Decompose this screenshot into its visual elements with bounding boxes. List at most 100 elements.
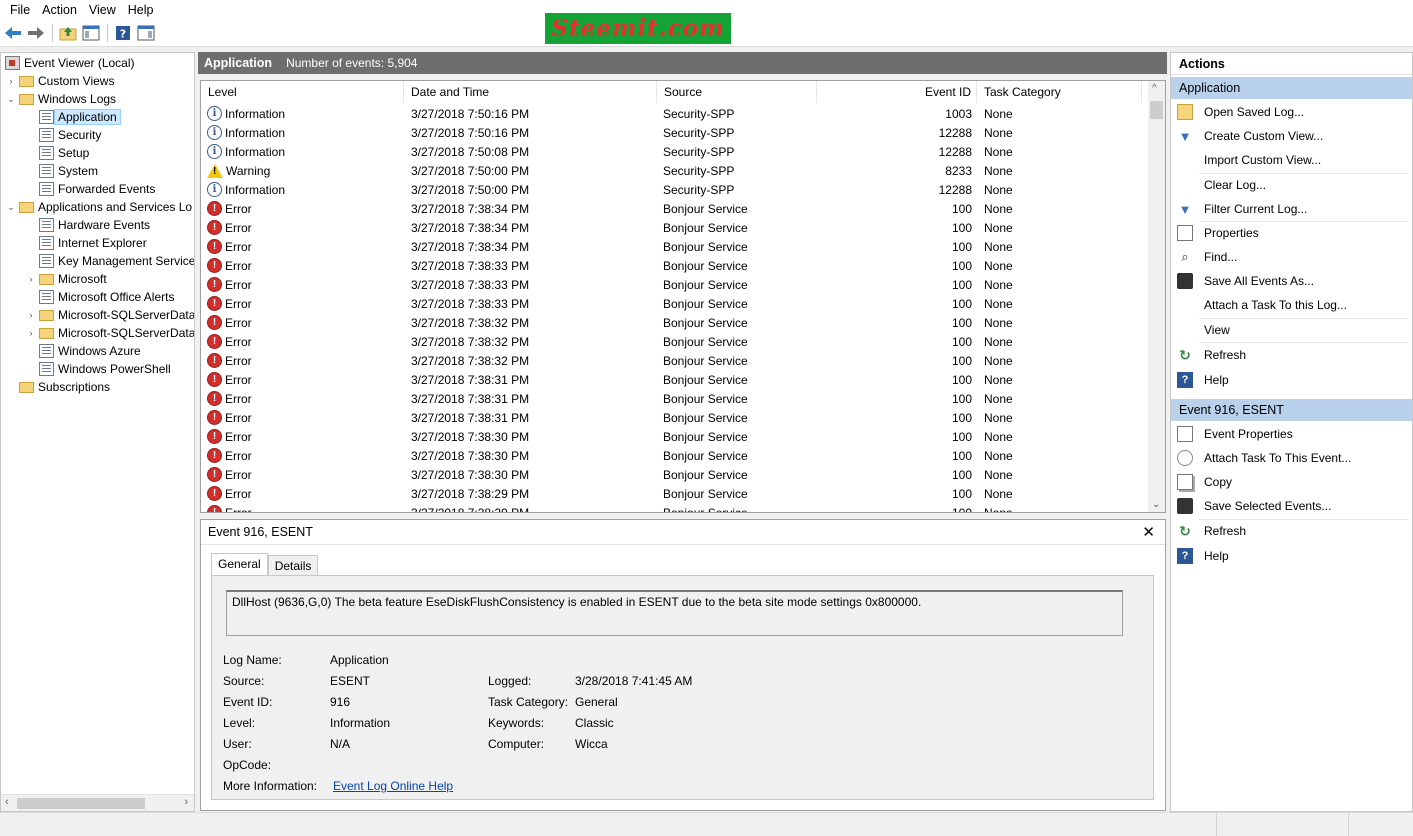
action-item[interactable]: ⌕ Find... [1177, 247, 1237, 267]
action-item[interactable]: Copy [1177, 472, 1232, 492]
tree-horizontal-scrollbar[interactable]: ‹ › [1, 794, 194, 811]
table-row[interactable]: ! Error 3/27/2018 7:38:32 PM Bonjour Servic… [201, 351, 1147, 370]
scroll-thumb[interactable] [17, 798, 145, 809]
action-item[interactable]: ▼ Create Custom View... [1177, 126, 1324, 146]
table-row[interactable]: ! Error 3/27/2018 7:38:31 PM Bonjour Servic… [201, 370, 1147, 389]
action-item[interactable]: ↻ Refresh [1177, 521, 1246, 541]
column-header-source[interactable]: Source [657, 81, 817, 103]
table-row[interactable]: ! Error 3/27/2018 7:38:31 PM Bonjour Servic… [201, 389, 1147, 408]
table-row[interactable]: ! Error 3/27/2018 7:38:30 PM Bonjour Servic… [201, 446, 1147, 465]
tab-details[interactable]: Details [267, 555, 319, 577]
actions-section-event[interactable]: Event 916, ESENT [1171, 399, 1412, 421]
scroll-left-icon[interactable]: ‹ [5, 796, 9, 808]
action-item[interactable]: View [1177, 320, 1230, 340]
tree-item[interactable]: › Microsoft-SQLServerData [25, 324, 195, 342]
expander-icon[interactable]: › [25, 328, 37, 338]
tree-item[interactable]: › Microsoft-SQLServerData [25, 306, 195, 324]
tree-item[interactable]: › Microsoft [25, 270, 107, 288]
actions-section-application[interactable]: Application [1171, 77, 1412, 99]
tree-item[interactable]: Internet Explorer [25, 234, 147, 252]
tree-item[interactable]: › Custom Views [5, 72, 115, 90]
table-row[interactable]: ! Error 3/27/2018 7:38:32 PM Bonjour Servic… [201, 332, 1147, 351]
tree-item[interactable]: Forwarded Events [25, 180, 155, 198]
tab-general[interactable]: General [211, 553, 268, 577]
tree-item[interactable]: Application [25, 108, 121, 126]
tree-item[interactable]: Event Viewer (Local) [3, 54, 135, 72]
expander-icon[interactable]: › [25, 274, 37, 284]
table-row[interactable]: ! Error 3/27/2018 7:38:31 PM Bonjour Servic… [201, 408, 1147, 427]
action-item[interactable]: Open Saved Log... [1177, 102, 1304, 122]
event-message[interactable]: DllHost (9636,G,0) The beta feature EseD… [226, 590, 1123, 636]
table-row[interactable]: ! Error 3/27/2018 7:38:30 PM Bonjour Servic… [201, 427, 1147, 446]
expander-icon[interactable]: › [25, 310, 37, 320]
tree-item[interactable]: ⌄ Windows Logs [5, 90, 116, 108]
action-item[interactable]: Properties [1177, 223, 1259, 243]
tree-item[interactable]: Hardware Events [25, 216, 150, 234]
scroll-up-icon[interactable]: ^ [1152, 83, 1157, 94]
tree-item[interactable]: Key Management Service [25, 252, 194, 270]
menu-view[interactable]: View [83, 0, 122, 20]
action-item[interactable]: Clear Log... [1177, 175, 1266, 195]
table-row[interactable]: ! Error 3/27/2018 7:38:34 PM Bonjour Servic… [201, 237, 1147, 256]
up-folder-button[interactable] [57, 22, 79, 44]
close-icon[interactable]: ✕ [1142, 523, 1155, 541]
help-toolbar-button[interactable]: ? [112, 22, 134, 44]
tree-item[interactable]: Subscriptions [5, 378, 110, 396]
tree-item[interactable]: System [25, 162, 98, 180]
column-header-task-category[interactable]: Task Category [977, 81, 1142, 103]
table-row[interactable]: ! Error 3/27/2018 7:38:33 PM Bonjour Servic… [201, 256, 1147, 275]
action-item[interactable]: Attach Task To This Event... [1177, 448, 1351, 468]
action-item[interactable]: Save Selected Events... [1177, 496, 1331, 516]
grid-vertical-scrollbar[interactable]: ^ ⌄ [1148, 81, 1165, 512]
action-item[interactable]: Event Properties [1177, 424, 1293, 444]
table-row[interactable]: ! Error 3/27/2018 7:38:32 PM Bonjour Servic… [201, 313, 1147, 332]
scroll-right-icon[interactable]: › [184, 796, 188, 808]
tree-item[interactable]: Windows PowerShell [25, 360, 171, 378]
menu-action[interactable]: Action [36, 0, 83, 20]
table-row[interactable]: i Information 3/27/2018 7:50:16 PM Security… [201, 104, 1147, 123]
action-item[interactable]: ? Help [1177, 370, 1229, 390]
action-item[interactable]: Attach a Task To this Log... [1177, 295, 1347, 315]
cell-task-category: None [984, 315, 1013, 330]
table-row[interactable]: ! Error 3/27/2018 7:38:30 PM Bonjour Servic… [201, 465, 1147, 484]
table-row[interactable]: ! Error 3/27/2018 7:38:29 PM Bonjour Servic… [201, 484, 1147, 503]
table-row[interactable]: i Information 3/27/2018 7:50:08 PM Security… [201, 142, 1147, 161]
blank-icon [1177, 152, 1193, 168]
menu-file[interactable]: File [4, 0, 36, 20]
column-header-date[interactable]: Date and Time [404, 81, 657, 103]
tree-item[interactable]: ⌄ Applications and Services Lo [5, 198, 192, 216]
table-row[interactable]: ! Error 3/27/2018 7:38:29 PM Bonjour Servic… [201, 503, 1147, 512]
show-hide-actions-button[interactable] [135, 22, 157, 44]
action-item[interactable]: Import Custom View... [1177, 150, 1321, 170]
forward-button[interactable] [25, 22, 47, 44]
back-button[interactable] [2, 22, 24, 44]
action-item[interactable]: ↻ Refresh [1177, 345, 1246, 365]
scroll-thumb[interactable] [1150, 101, 1163, 119]
column-header-level[interactable]: Level [201, 81, 404, 103]
tree-item[interactable]: Setup [25, 144, 89, 162]
show-hide-tree-button[interactable] [80, 22, 102, 44]
cell-task-category: None [984, 353, 1013, 368]
event-log-online-help-link[interactable]: Event Log Online Help [333, 779, 453, 793]
table-row[interactable]: ! Error 3/27/2018 7:38:33 PM Bonjour Servic… [201, 294, 1147, 313]
table-row[interactable]: ! Error 3/27/2018 7:38:34 PM Bonjour Servic… [201, 218, 1147, 237]
action-item[interactable]: ? Help [1177, 546, 1229, 566]
tree-item[interactable]: Windows Azure [25, 342, 141, 360]
expander-icon[interactable]: ⌄ [5, 202, 17, 213]
table-row[interactable]: ! Error 3/27/2018 7:38:33 PM Bonjour Servic… [201, 275, 1147, 294]
menu-help[interactable]: Help [122, 0, 160, 20]
expander-icon[interactable]: › [5, 76, 17, 86]
table-row[interactable]: ! Error 3/27/2018 7:38:34 PM Bonjour Servic… [201, 199, 1147, 218]
table-row[interactable]: i Information 3/27/2018 7:50:16 PM Security… [201, 123, 1147, 142]
tree-item[interactable]: Microsoft Office Alerts [25, 288, 174, 306]
expander-icon[interactable]: ⌄ [5, 94, 17, 105]
filter-icon: ▼ [1178, 128, 1192, 144]
table-row[interactable]: ! Warning 3/27/2018 7:50:00 PM Security-SPP… [201, 161, 1147, 180]
table-row[interactable]: i Information 3/27/2018 7:50:00 PM Security… [201, 180, 1147, 199]
action-item[interactable]: ▼ Filter Current Log... [1177, 199, 1308, 219]
column-header-event-id[interactable]: Event ID [817, 81, 977, 103]
tree-item[interactable]: Security [25, 126, 101, 144]
scroll-down-icon[interactable]: ⌄ [1152, 499, 1160, 510]
action-item[interactable]: Save All Events As... [1177, 271, 1314, 291]
error-icon: ! [207, 201, 222, 216]
